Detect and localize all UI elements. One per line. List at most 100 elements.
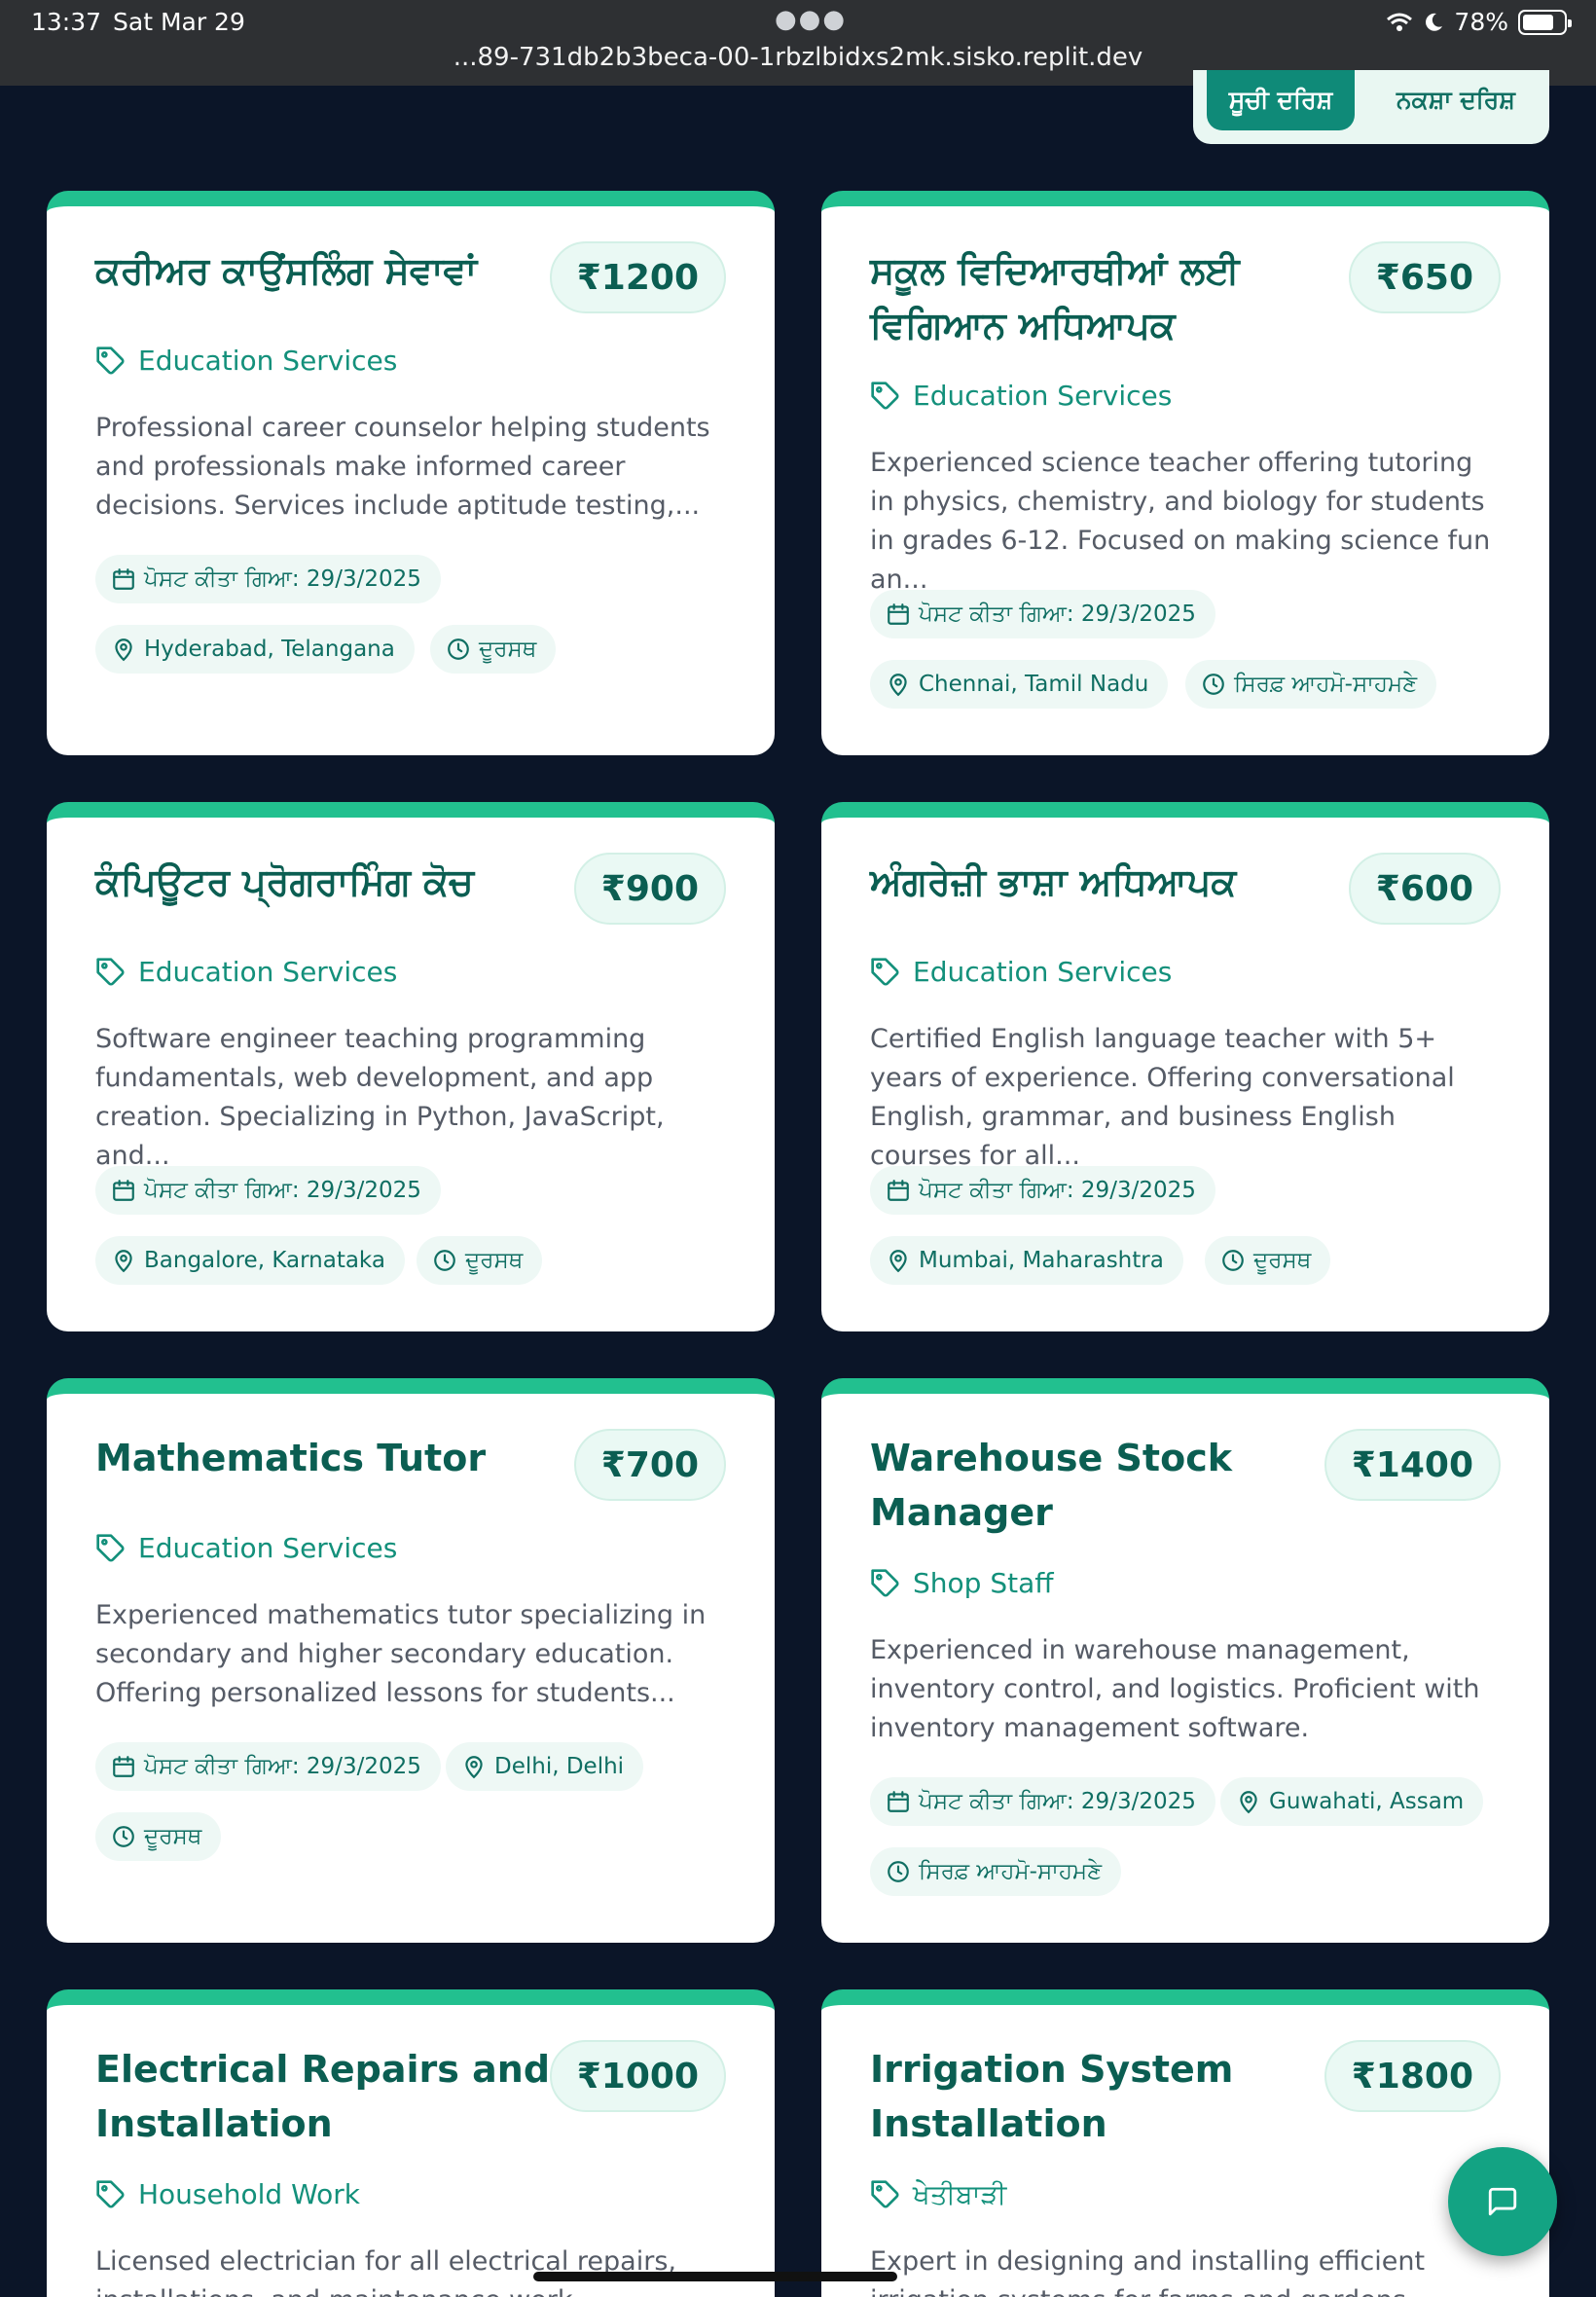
chat-icon [1488,2187,1517,2216]
category-text: Household Work [138,2178,360,2210]
tag-icon [871,957,899,986]
posted-date-chip: ਪੋਸਟ ਕੀਤਾ ਗਿਆ: 29/3/2025 [95,1166,441,1215]
listing-description: Licensed electrician for all electrical … [95,2246,676,2297]
location-chip: Chennai, Tamil Nadu [870,660,1169,709]
clock-icon [888,1861,909,1882]
listing-description: Experienced science teacher offering tut… [870,448,1491,595]
status-time: 13:37 [31,8,102,36]
listing-card[interactable]: ਅੰਗਰੇਜ਼ੀ ਭਾਸ਼ਾ ਅਧਿਆਪਕ ₹600 Education Ser… [821,802,1549,1331]
listing-card[interactable]: Irrigation System Installation ₹1800 ਖੇਤ… [821,1989,1549,2297]
price-badge: ₹1800 [1324,2040,1501,2112]
service-mode-chip-text: ਦੂਰਸਥ [1253,1248,1312,1273]
posted-date-chip-text: ਪੋਸਟ ਕੀਤਾ ਗਿਆ: 29/3/2025 [144,566,421,592]
service-mode-chip: ਸਿਰਫ਼ ਆਹਮੋ-ਸਾਹਮਣੇ [870,1847,1122,1896]
clock-icon [434,1250,455,1271]
posted-date-chip-text: ਪੋਸਟ ਕੀਤਾ ਗਿਆ: 29/3/2025 [919,602,1196,627]
map-pin-icon [889,1250,907,1273]
posted-date-chip: ਪੋਸਟ ਕੀਤਾ ਗਿਆ: 29/3/2025 [870,590,1215,638]
listing-description: Expert in designing and installing effic… [870,2246,1426,2297]
listing-description: Experienced mathematics tutor specializi… [95,1600,707,1708]
category-label: Education Services [870,380,1172,412]
category-text: Education Services [913,956,1173,988]
clock-icon [448,638,469,660]
tag-icon [871,381,899,410]
moon-icon [1426,13,1443,31]
calendar-icon [113,1180,134,1201]
listing-title[interactable]: Warehouse Stock Manager [870,1431,1279,1540]
map-pin-icon [1240,1791,1257,1814]
chat-button[interactable] [1448,2147,1557,2256]
listing-title[interactable]: ਸਕੂਲ ਵਿਦਿਆਰਥੀਆਂ ਲਈ ਵਿਗਿਆਨ ਅਧਿਆਪਕ [870,243,1337,352]
status-date: Sat Mar 29 [113,8,245,36]
location-chip-text: Delhi, Delhi [494,1754,625,1779]
price-badge: ₹700 [573,1429,726,1501]
calendar-icon [113,568,134,590]
service-mode-chip: ਦੂਰਸਥ [1205,1236,1331,1285]
listing-description: Experienced in warehouse management, inv… [870,1635,1480,1743]
listing-card[interactable]: ਕੰਪਿਊਟਰ ਪ੍ਰੋਗਰਾਮਿੰਗ ਕੋਚ ₹900 Education S… [47,802,775,1331]
tag-icon [871,1568,899,1597]
posted-date-chip: ਪੋਸਟ ਕੀਤਾ ਗਿਆ: 29/3/2025 [870,1777,1215,1826]
location-chip: Bangalore, Karnataka [95,1236,405,1285]
listing-description: Certified English language teacher with … [870,1024,1455,1171]
posted-date-chip: ਪੋਸਟ ਕੀਤਾ ਗਿਆ: 29/3/2025 [870,1166,1215,1215]
home-indicator[interactable] [533,2272,897,2281]
view-toggle: ਸੂਚੀ ਦਰਿਸ਼ ਨਕਸ਼ਾ ਦਰਿਸ਼ [1193,70,1549,144]
listing-title[interactable]: ਕਰੀਅਰ ਕਾਉਂਸਲਿੰਗ ਸੇਵਾਵਾਂ [95,243,562,298]
calendar-icon [888,1180,909,1201]
address-bar-url[interactable]: ...89-731db2b3beca-00-1rbzlbidxs2mk.sisk… [0,43,1596,72]
location-chip-text: Bangalore, Karnataka [144,1248,385,1273]
list-view-button[interactable]: ਸੂਚੀ ਦਰਿਸ਼ [1207,70,1355,130]
tag-icon [871,2180,899,2208]
location-chip-text: Hyderabad, Telangana [144,637,395,662]
battery-icon [1518,9,1572,35]
service-mode-chip-text: ਦੂਰਸਥ [144,1824,202,1849]
category-label: Household Work [95,2178,360,2210]
clock-icon [1203,674,1224,695]
location-chip-text: Mumbai, Maharashtra [919,1248,1164,1273]
tag-icon [96,346,125,375]
tag-icon [96,1533,125,1562]
listing-card[interactable]: Electrical Repairs and Installation ₹100… [47,1989,775,2297]
listing-description: Software engineer teaching programming f… [95,1024,665,1171]
price-badge: ₹600 [1348,853,1501,925]
more-dots-icon[interactable]: ●●● [775,5,847,34]
service-mode-chip: ਦੂਰਸਥ [417,1236,543,1285]
location-chip: Hyderabad, Telangana [95,625,415,674]
posted-date-chip-text: ਪੋਸਟ ਕੀਤਾ ਗਿਆ: 29/3/2025 [144,1754,421,1779]
listing-title[interactable]: Mathematics Tutor [95,1431,562,1485]
category-label: Education Services [95,1532,397,1564]
posted-date-chip-text: ਪੋਸਟ ਕੀਤਾ ਗਿਆ: 29/3/2025 [919,1789,1196,1814]
service-mode-chip-text: ਦੂਰਸਥ [479,637,537,662]
listing-card[interactable]: Mathematics Tutor ₹700 Education Service… [47,1378,775,1943]
calendar-icon [888,603,909,625]
service-mode-chip: ਦੂਰਸਥ [430,625,557,674]
price-badge: ₹1200 [549,241,726,313]
battery-percent: 78% [1454,8,1508,36]
location-chip: Delhi, Delhi [446,1742,644,1791]
listing-title[interactable]: ਕੰਪਿਊਟਰ ਪ੍ਰੋਗਰਾਮਿੰਗ ਕੋਚ [95,855,562,909]
listing-card[interactable]: ਕਰੀਅਰ ਕਾਉਂਸਲਿੰਗ ਸੇਵਾਵਾਂ ₹1200 Education … [47,191,775,755]
category-text: Education Services [138,1532,398,1564]
category-label: ਖੇਤੀਬਾੜੀ [870,2178,1006,2211]
map-pin-icon [115,1250,132,1273]
category-text: Education Services [138,956,398,988]
listing-title[interactable]: Electrical Repairs and Installation [95,2042,562,2151]
service-mode-chip-text: ਸਿਰਫ਼ ਆਹਮੋ-ਸਾਹਮਣੇ [1234,672,1418,697]
price-badge: ₹650 [1348,241,1501,313]
calendar-icon [888,1791,909,1812]
listing-title[interactable]: Irrigation System Installation [870,2042,1279,2151]
map-view-button[interactable]: ਨਕਸ਼ਾ ਦਰਿਸ਼ [1382,70,1530,130]
listing-description: Professional career counselor helping st… [95,413,710,521]
clock-icon [113,1826,134,1847]
posted-date-chip-text: ਪੋਸਟ ਕੀਤਾ ਗਿਆ: 29/3/2025 [919,1178,1196,1203]
location-chip-text: Guwahati, Assam [1269,1789,1465,1814]
listing-title[interactable]: ਅੰਗਰੇਜ਼ੀ ਭਾਸ਼ਾ ਅਧਿਆਪਕ [870,855,1337,909]
location-chip-text: Chennai, Tamil Nadu [919,672,1149,697]
listing-card[interactable]: Warehouse Stock Manager ₹1400 Shop Staff… [821,1378,1549,1943]
category-label: Education Services [95,345,397,377]
tag-icon [96,957,125,986]
category-text: Education Services [913,380,1173,412]
service-mode-chip: ਸਿਰਫ਼ ਆਹਮੋ-ਸਾਹਮਣੇ [1185,660,1437,709]
listing-card[interactable]: ਸਕੂਲ ਵਿਦਿਆਰਥੀਆਂ ਲਈ ਵਿਗਿਆਨ ਅਧਿਆਪਕ ₹650 Ed… [821,191,1549,755]
